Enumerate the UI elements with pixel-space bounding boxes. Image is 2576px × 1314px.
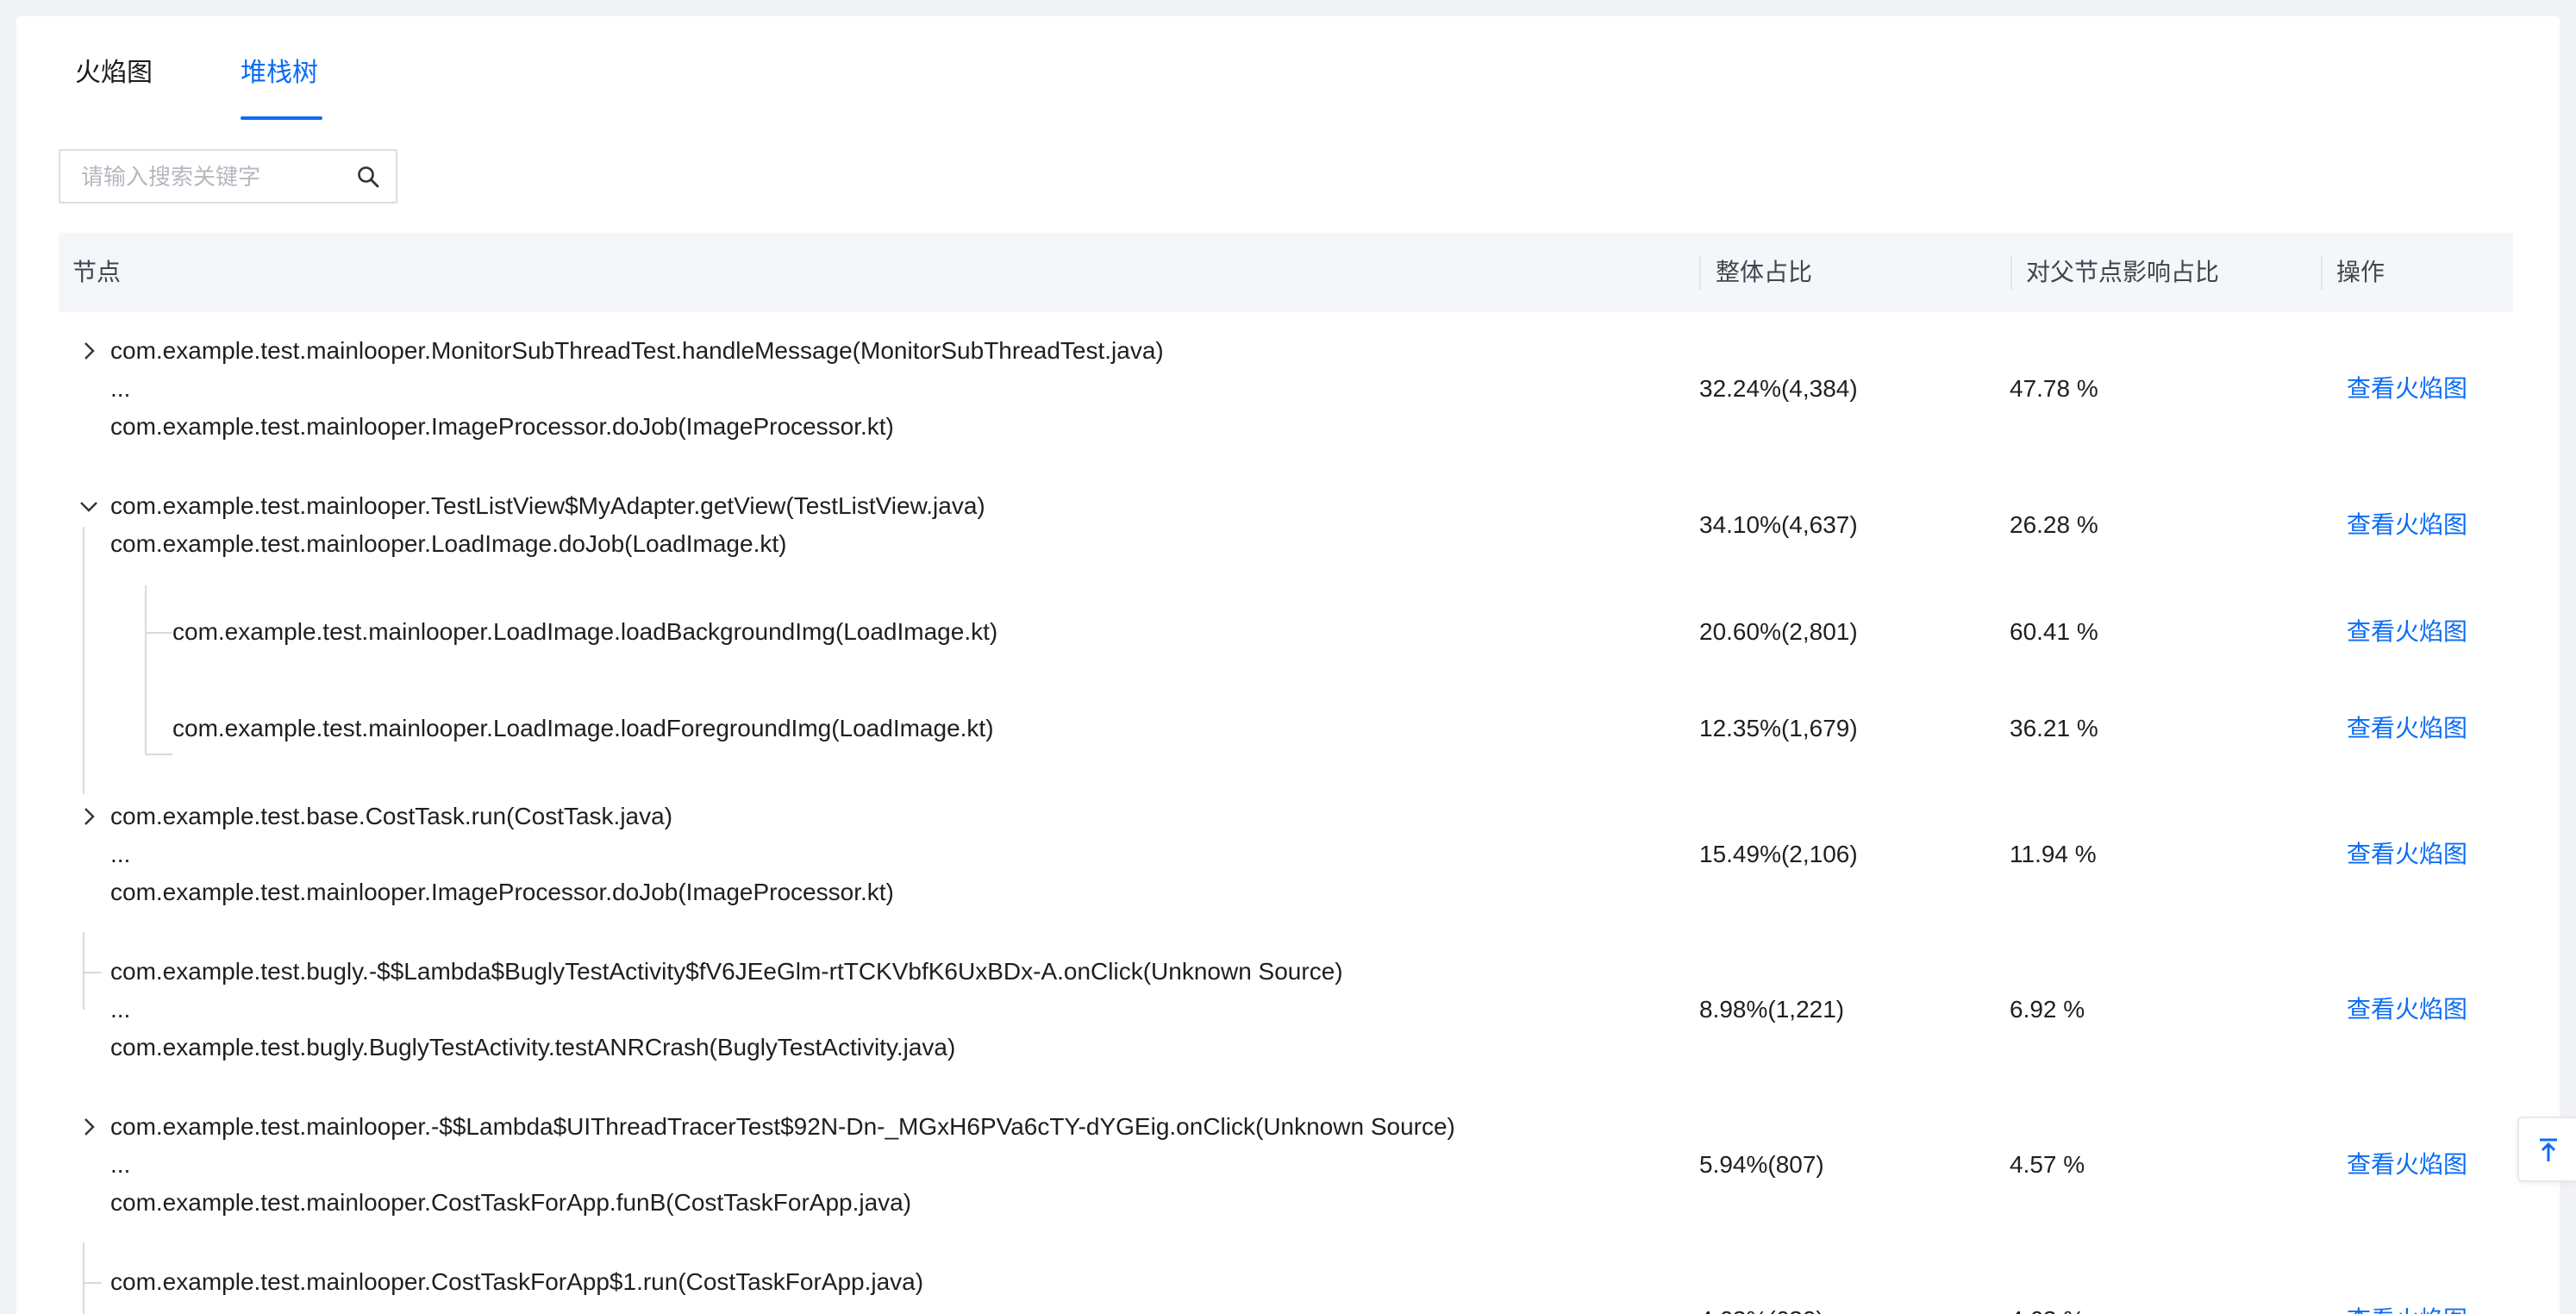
node-text: ... — [110, 375, 131, 402]
node-text: com.example.test.mainlooper.LoadImage.lo… — [172, 618, 998, 645]
view-flame-graph-link[interactable]: 查看火焰图 — [2347, 370, 2467, 408]
tree-guide-line — [83, 1242, 84, 1314]
back-to-top-icon — [2540, 1138, 2557, 1161]
parent-impact-ratio: 11.94 % — [2010, 841, 2097, 867]
node-text: ... — [110, 1151, 131, 1178]
overall-ratio: 32.24%(4,384) — [1699, 375, 1858, 402]
view-flame-graph-link[interactable]: 查看火焰图 — [2347, 1146, 2467, 1184]
node-text: com.example.test.bugly.-$$Lambda$BuglyTe… — [110, 958, 1343, 985]
parent-impact-ratio: 6.92 % — [2010, 996, 2085, 1023]
tab-flame-graph[interactable]: 火焰图 — [75, 56, 153, 91]
tree-guide-line — [83, 527, 84, 794]
node-text: com.example.test.bugly.BuglyTestActivity… — [110, 1034, 956, 1061]
node-text: com.example.test.mainlooper.ImageProcess… — [110, 413, 894, 440]
table-header: 节点 整体占比 对父节点影响占比 操作 — [59, 233, 2513, 312]
chevron-right-icon[interactable] — [78, 1117, 99, 1137]
tree-guide-line — [145, 632, 172, 634]
view-flame-graph-link[interactable]: 查看火焰图 — [2347, 1301, 2467, 1314]
view-flame-graph-link[interactable]: 查看火焰图 — [2347, 991, 2467, 1029]
chevron-right-icon[interactable] — [78, 806, 99, 827]
tree-guide-line — [83, 972, 102, 973]
column-divider — [2321, 255, 2323, 290]
tree-guide-line — [83, 932, 84, 1010]
tab-stack-tree[interactable]: 堆栈树 — [241, 56, 318, 91]
overall-ratio: 20.60%(2,801) — [1699, 618, 1858, 645]
search-icon[interactable] — [356, 165, 380, 189]
chevron-right-icon[interactable] — [78, 341, 99, 361]
node-text: com.example.test.mainlooper.TestListView… — [110, 492, 985, 519]
parent-impact-ratio: 4.57 % — [2010, 1151, 2085, 1178]
parent-impact-ratio: 47.78 % — [2010, 375, 2098, 402]
node-text: com.example.test.mainlooper.LoadImage.lo… — [172, 715, 994, 741]
column-header-overall: 整体占比 — [1716, 259, 1813, 285]
node-text: com.example.test.mainlooper.LoadImage.do… — [110, 530, 787, 557]
overall-ratio: 15.49%(2,106) — [1699, 841, 1858, 867]
parent-impact-ratio: 26.28 % — [2010, 511, 2098, 538]
overall-ratio: 8.98%(1,221) — [1699, 996, 1845, 1023]
back-to-top-button[interactable] — [2517, 1117, 2576, 1182]
tree-guide-line — [145, 585, 147, 754]
overall-ratio: 34.10%(4,637) — [1699, 511, 1858, 538]
node-text: com.example.test.mainlooper.CostTaskForA… — [110, 1189, 912, 1216]
view-flame-graph-link[interactable]: 查看火焰图 — [2347, 710, 2467, 748]
tree-guide-line — [83, 1282, 102, 1284]
column-header-node: 节点 — [72, 259, 122, 285]
parent-impact-ratio: 36.21 % — [2010, 715, 2098, 741]
node-text: com.example.test.mainlooper.ImageProcess… — [110, 879, 894, 905]
column-header-parent-impact: 对父节点影响占比 — [2026, 259, 2220, 285]
node-text: com.example.test.mainlooper.MonitorSubTh… — [110, 337, 1164, 364]
view-flame-graph-link[interactable]: 查看火焰图 — [2347, 506, 2467, 544]
parent-impact-ratio: 4.63 % — [2010, 1301, 2085, 1314]
column-divider — [2010, 255, 2012, 290]
node-text: ... — [110, 841, 131, 867]
parent-impact-ratio: 60.41 % — [2010, 618, 2098, 645]
search-input[interactable] — [79, 151, 341, 203]
column-divider — [1699, 255, 1701, 290]
node-text: com.example.test.base.CostTask.run(CostT… — [110, 803, 673, 829]
node-text: ... — [110, 996, 131, 1023]
active-tab-indicator — [241, 116, 322, 120]
overall-ratio: 12.35%(1,679) — [1699, 715, 1858, 741]
node-text: com.example.test.mainlooper.-$$Lambda$UI… — [110, 1113, 1455, 1140]
column-header-action: 操作 — [2336, 259, 2385, 285]
chevron-down-icon[interactable] — [78, 496, 99, 516]
search-box — [59, 149, 397, 203]
view-flame-graph-link[interactable]: 查看火焰图 — [2347, 835, 2467, 873]
node-text: com.example.test.mainlooper.CostTaskForA… — [110, 1268, 924, 1295]
overall-ratio: 4.63%(630) — [1699, 1301, 1824, 1314]
tree-guide-line — [145, 754, 172, 755]
view-flame-graph-link[interactable]: 查看火焰图 — [2347, 613, 2467, 651]
overall-ratio: 5.94%(807) — [1699, 1151, 1824, 1178]
main-panel: 火焰图 堆栈树 节点 整体占比 对父节点影响占比 操作 com.example.… — [16, 16, 2560, 1314]
